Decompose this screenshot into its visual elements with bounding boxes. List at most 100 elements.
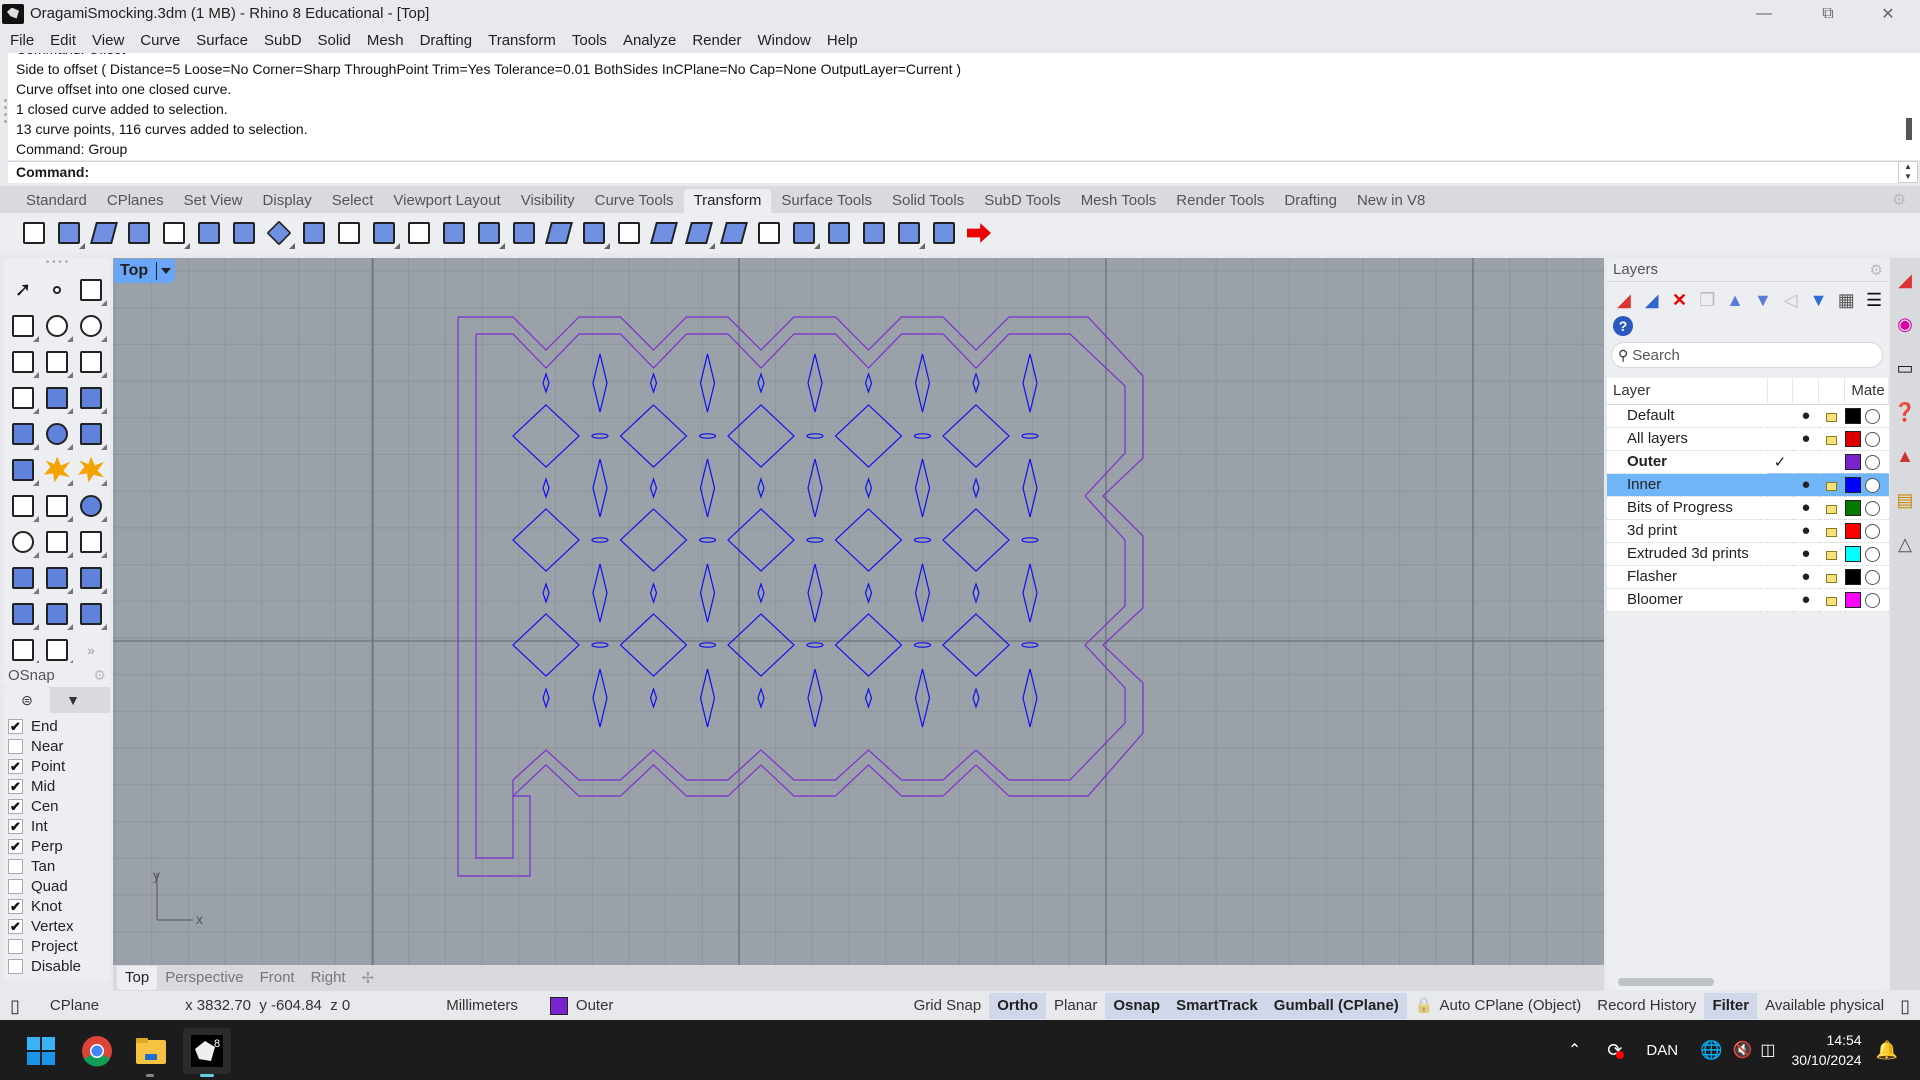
rectangle-icon[interactable] [40,344,74,379]
osnap-cen[interactable]: ✔ Cen [8,796,110,816]
boolean-icon[interactable] [74,488,108,523]
chrome-icon[interactable] [74,1028,120,1074]
layer-name[interactable]: 3d print [1607,519,1768,543]
osnap-disable[interactable]: Disable [8,956,110,976]
status-auto-cplane-object[interactable]: 🔒 Auto CPlane (Object) [1407,993,1589,1019]
viewport-tab-perspective[interactable]: Perspective [157,966,251,990]
layer-name[interactable]: All layers [1607,427,1768,451]
layer-material-icon[interactable] [1864,591,1880,608]
layer-name[interactable]: Default [1607,404,1768,428]
array-icon[interactable] [193,217,225,249]
windows-start-icon[interactable] [18,1028,64,1074]
osnap-knot[interactable]: ✔ Knot [8,896,110,916]
osnap-checkbox-mid[interactable]: ✔ [8,778,23,794]
current-layer-check-icon[interactable] [1767,542,1793,566]
osnap-checkbox-cen[interactable]: ✔ [8,798,23,814]
help-icon[interactable]: ? [1613,316,1633,336]
setpt-icon[interactable] [438,217,470,249]
toolbar-settings-gear-icon[interactable]: ⚙ [1892,190,1910,209]
more-icon[interactable]: » [74,632,108,667]
move-layer-down-icon[interactable]: ▼ [1752,289,1774,311]
layer-lock-icon[interactable] [1818,542,1845,566]
osnap-settings-gear-icon[interactable]: ⚙ [93,667,106,684]
sweep-icon[interactable] [74,380,108,415]
add-viewport-tab-icon[interactable]: ✢ [354,969,383,987]
layer-row-3d-print[interactable]: 3d print ● [1607,519,1889,543]
libraries-icon[interactable]: ▤ [1890,478,1920,522]
units-indicator[interactable]: Millimeters [438,993,526,1019]
layer-visible-bulb-icon[interactable]: ● [1792,473,1819,497]
tab-surface-tools[interactable]: Surface Tools [771,189,882,213]
tab-visibility[interactable]: Visibility [511,189,585,213]
tab-viewport-layout[interactable]: Viewport Layout [383,189,510,213]
solid-edit-icon[interactable] [40,596,74,631]
status-ortho[interactable]: Ortho [989,993,1047,1019]
osnap-vertex[interactable]: ✔ Vertex [8,916,110,936]
osnap-project[interactable]: Project [8,936,110,956]
system-clock[interactable]: 14:54 30/10/2024 [1792,1030,1862,1070]
layer-material-icon[interactable] [1864,499,1880,516]
viewport-menu-chevron-down-icon[interactable] [161,268,172,274]
layers-panel-tab-icon[interactable]: ◢ [1890,258,1920,302]
layer-column-header[interactable]: Layer [1607,378,1768,405]
layer-lock-icon[interactable] [1818,450,1845,474]
current-layer-indicator[interactable]: Outer [542,993,622,1019]
rhino-8-icon[interactable]: 8 [183,1028,231,1074]
layer-lock-icon[interactable] [1818,588,1845,612]
project-icon[interactable] [333,217,365,249]
orient-3pt-icon[interactable] [543,217,575,249]
extrude-icon[interactable] [74,596,108,631]
osnap-end[interactable]: ✔ End [8,716,110,736]
circle-icon[interactable] [40,308,74,343]
scale-icon[interactable] [123,217,155,249]
close-button[interactable]: ✕ [1860,0,1916,27]
tab-set-view[interactable]: Set View [174,189,253,213]
smash-icon[interactable] [823,217,855,249]
layer-filter-icon[interactable]: ▼ [1808,289,1830,311]
stretch-icon[interactable] [683,217,715,249]
help-panel-icon[interactable]: ❓ [1890,390,1920,434]
language-indicator[interactable]: DAN [1646,1042,1678,1059]
osnap-checkbox-near[interactable] [8,738,23,754]
rotate-icon[interactable] [88,217,120,249]
array-tool-icon[interactable] [74,560,108,595]
layer-color-swatch[interactable] [1844,430,1861,448]
layer-menu-icon[interactable]: ☰ [1863,289,1885,311]
menu-view[interactable]: View [84,32,132,49]
explode-icon[interactable] [74,452,108,487]
layer-material-icon[interactable] [1864,522,1880,539]
layer-color-swatch[interactable] [1844,453,1861,471]
layer-color-swatch[interactable] [1844,545,1861,563]
trim-icon[interactable] [6,488,40,523]
split-icon[interactable] [40,488,74,523]
tab-new-in-v8[interactable]: New in V8 [1347,189,1435,213]
polygon-icon[interactable] [74,344,108,379]
boolean-union-icon[interactable] [40,452,74,487]
restore-button[interactable]: ⧉ [1800,0,1856,27]
layer-lock-icon[interactable] [1818,427,1845,451]
minimize-button[interactable]: — [1736,0,1792,27]
layer-table-icon[interactable]: ▦ [1835,289,1857,311]
osnap-near[interactable]: Near [8,736,110,756]
menu-surface[interactable]: Surface [188,32,256,49]
viewport-title-button[interactable]: Top [114,259,176,283]
layer-row-flasher[interactable]: Flasher ● [1607,565,1889,589]
osnap-tab-filter[interactable]: ▼ [50,687,96,713]
viewport-toggle-icon[interactable]: ▯ [0,993,28,1019]
layer-row-outer[interactable]: Outer ✓ [1607,450,1889,474]
material-column-header[interactable]: Mate [1844,378,1889,405]
status-available-physical[interactable]: Available physical [1757,993,1892,1019]
layer-material-icon[interactable] [1864,407,1880,424]
flow-icon[interactable] [298,217,330,249]
cylinder-icon[interactable] [74,416,108,451]
menu-subd[interactable]: SubD [256,32,310,49]
viewport-top[interactable]: yx [113,258,1604,965]
layer-name[interactable]: Flasher [1607,565,1768,589]
mirror-icon[interactable] [158,217,190,249]
scale-tool-icon[interactable] [40,560,74,595]
unroll-icon[interactable] [928,217,960,249]
sync-icon[interactable]: ⟳ [1607,1040,1625,1061]
gumball-icon[interactable] [613,217,645,249]
panel-toggle-icon[interactable]: ▯ [1892,993,1920,1019]
file-explorer-icon[interactable] [128,1028,174,1074]
